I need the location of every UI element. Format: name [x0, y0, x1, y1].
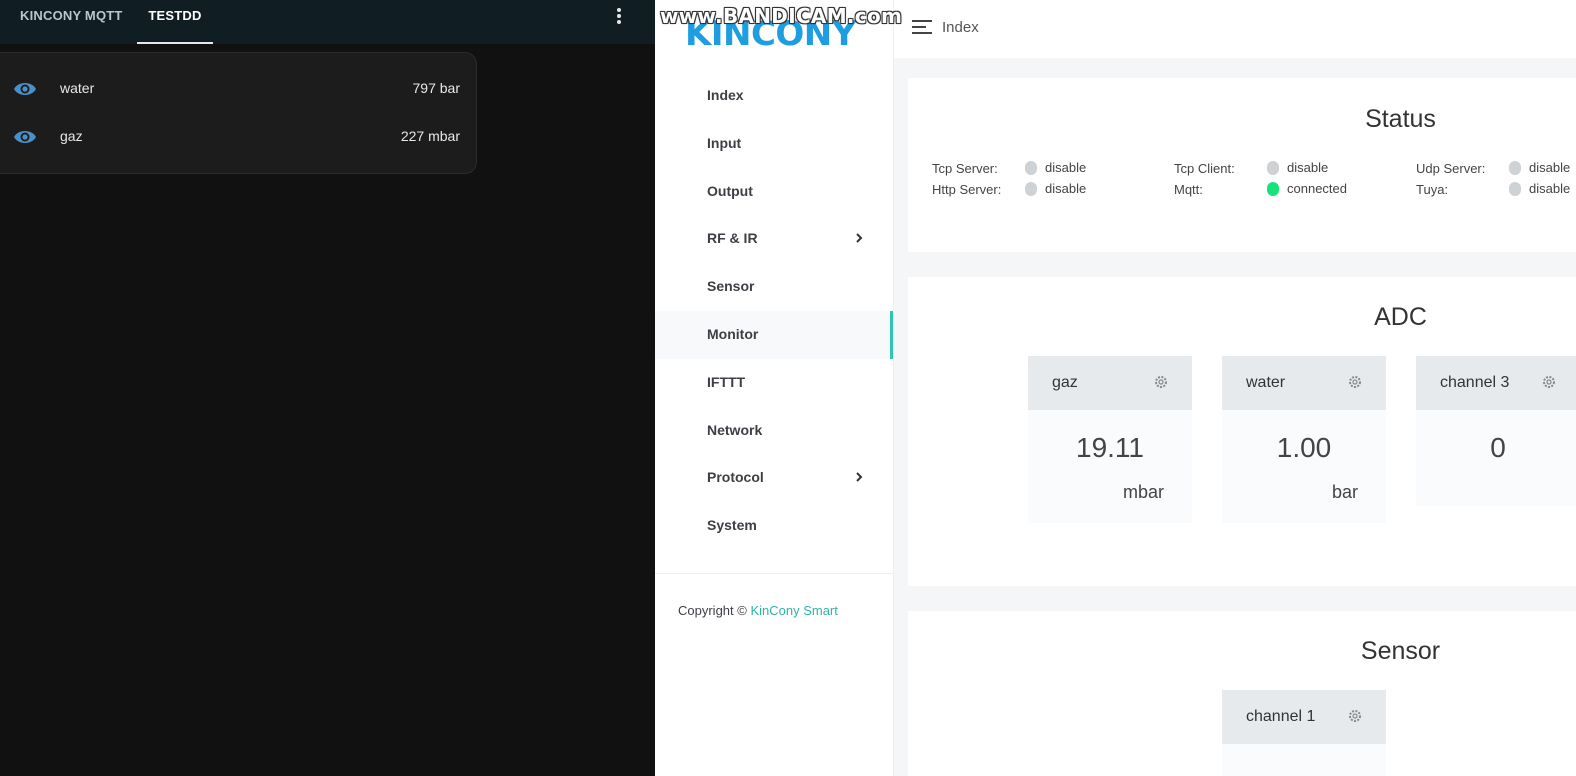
sidebar-item-system[interactable]: System — [655, 502, 893, 550]
status-section: Status Tcp Server: disable Http Server: … — [908, 78, 1576, 252]
tuya-value: disable — [1529, 181, 1571, 196]
adc-card-gaz: gaz 19.11 mbar — [1028, 356, 1192, 523]
mqtt-value: connected — [1287, 181, 1347, 196]
chevron-right-icon — [856, 472, 863, 482]
adc-value: 0 — [1490, 432, 1506, 463]
sidebar-item-label: Input — [707, 135, 742, 151]
adc-card-header: gaz — [1028, 356, 1192, 410]
http-server-label: Http Server: — [932, 182, 1002, 197]
sensor-card-channel-1: channel 1 — [1222, 690, 1386, 776]
channel-name: gaz — [1052, 374, 1078, 391]
active-indicator — [890, 311, 893, 359]
sidebar-item-label: Network — [707, 422, 763, 438]
sidebar-item-label: RF & IR — [707, 230, 758, 246]
status-dot — [1509, 161, 1521, 175]
top-header: Index — [894, 0, 1576, 58]
status-dot — [1267, 161, 1279, 175]
sidebar-item-label: Sensor — [707, 278, 755, 294]
more-options-icon[interactable] — [611, 6, 627, 26]
adc-value: 1.00 — [1276, 432, 1332, 463]
sidebar-item-network[interactable]: Network — [655, 407, 893, 455]
status-dot — [1509, 182, 1521, 196]
udp-server-label: Udp Server: — [1416, 161, 1486, 176]
top-tab-bar: KINCONY MQTT TESTDD — [0, 0, 655, 44]
sidebar-item-label: IFTTT — [707, 374, 746, 390]
status-dot — [1025, 182, 1037, 196]
entity-value: 227 mbar — [400, 128, 460, 144]
adc-unit: bar — [1331, 482, 1358, 502]
sensor-title: Sensor — [1360, 637, 1441, 665]
gear-icon[interactable] — [1348, 709, 1362, 723]
http-server-value: disable — [1045, 181, 1087, 196]
adc-card-header: channel 3 — [1416, 356, 1576, 410]
gear-icon[interactable] — [1154, 375, 1168, 389]
status-dot-connected — [1267, 182, 1279, 196]
entity-name: gaz — [60, 128, 83, 144]
kincony-smart-link[interactable]: KinCony Smart — [750, 603, 837, 618]
tcp-client-label: Tcp Client: — [1174, 161, 1235, 176]
sidebar-divider — [655, 573, 893, 574]
eye-icon — [14, 83, 36, 95]
tab-testdd-label: TESTDD — [148, 8, 202, 23]
tcp-client-value: disable — [1287, 160, 1329, 175]
adc-title: ADC — [1374, 303, 1427, 331]
adc-card-header: water — [1222, 356, 1386, 410]
adc-card-water: water 1.00 bar — [1222, 356, 1386, 523]
udp-server-value: disable — [1529, 160, 1571, 175]
sidebar-item-label: System — [707, 517, 757, 533]
active-tab-indicator — [137, 42, 213, 44]
sidebar-item-protocol[interactable]: Protocol — [655, 454, 893, 502]
sidebar-item-label: Output — [707, 183, 753, 199]
sensor-card-header: channel 1 — [1222, 690, 1386, 744]
entities-card: water 797 bar gaz 227 mbar — [0, 52, 477, 174]
sidebar-item-label: Protocol — [707, 469, 764, 485]
tcp-server-value: disable — [1045, 160, 1087, 175]
sidebar-item-index[interactable]: Index — [655, 72, 893, 120]
status-title: Status — [1365, 105, 1436, 133]
breadcrumb: Index — [942, 19, 979, 36]
entity-row[interactable]: water 797 bar — [1, 65, 476, 113]
sidebar: KINCONY Index Input Output RF & IR Senso… — [655, 0, 894, 776]
sensor-section: Sensor channel 1 — [908, 611, 1576, 776]
sidebar-item-ifttt[interactable]: IFTTT — [655, 359, 893, 407]
sidebar-item-sensor[interactable]: Sensor — [655, 263, 893, 311]
adc-unit: mbar — [1122, 482, 1164, 502]
status-dot — [1025, 161, 1037, 175]
adc-card-channel-3: channel 3 0 — [1416, 356, 1576, 506]
sidebar-item-label: Monitor — [707, 326, 759, 342]
gear-icon[interactable] — [1542, 375, 1556, 389]
adc-value: 19.11 — [1076, 432, 1144, 463]
tab-kincony-mqtt[interactable]: KINCONY MQTT — [20, 0, 123, 44]
sidebar-item-input[interactable]: Input — [655, 120, 893, 168]
sidebar-item-rf-ir[interactable]: RF & IR — [655, 215, 893, 263]
entity-row[interactable]: gaz 227 mbar — [1, 113, 476, 161]
tab-testdd[interactable]: TESTDD — [137, 0, 213, 44]
mqtt-label: Mqtt: — [1174, 182, 1203, 197]
tcp-server-label: Tcp Server: — [932, 161, 998, 176]
home-assistant-panel: KINCONY MQTT TESTDD water 797 bar gaz 22… — [0, 0, 655, 776]
kincony-web-ui: KINCONY Index Input Output RF & IR Senso… — [655, 0, 1576, 776]
bandicam-watermark: www.BANDICAM.com — [660, 4, 903, 28]
gear-icon[interactable] — [1348, 375, 1362, 389]
chevron-right-icon — [856, 233, 863, 243]
sidebar-item-output[interactable]: Output — [655, 168, 893, 216]
channel-name: channel 1 — [1246, 708, 1316, 725]
entity-name: water — [60, 80, 95, 96]
channel-name: water — [1246, 374, 1286, 391]
copyright: Copyright © KinCony Smart — [678, 603, 838, 618]
adc-section: ADC gaz 19.11 mbar water 1.00 bar channe… — [908, 277, 1576, 586]
sidebar-item-label: Index — [707, 87, 744, 103]
eye-icon — [14, 131, 36, 143]
copyright-prefix: Copyright © — [678, 603, 747, 618]
entity-value: 797 bar — [412, 80, 460, 96]
tuya-label: Tuya: — [1416, 182, 1449, 197]
sidebar-item-monitor[interactable]: Monitor — [655, 311, 893, 359]
menu-icon[interactable] — [912, 20, 932, 34]
channel-name: channel 3 — [1440, 374, 1510, 391]
